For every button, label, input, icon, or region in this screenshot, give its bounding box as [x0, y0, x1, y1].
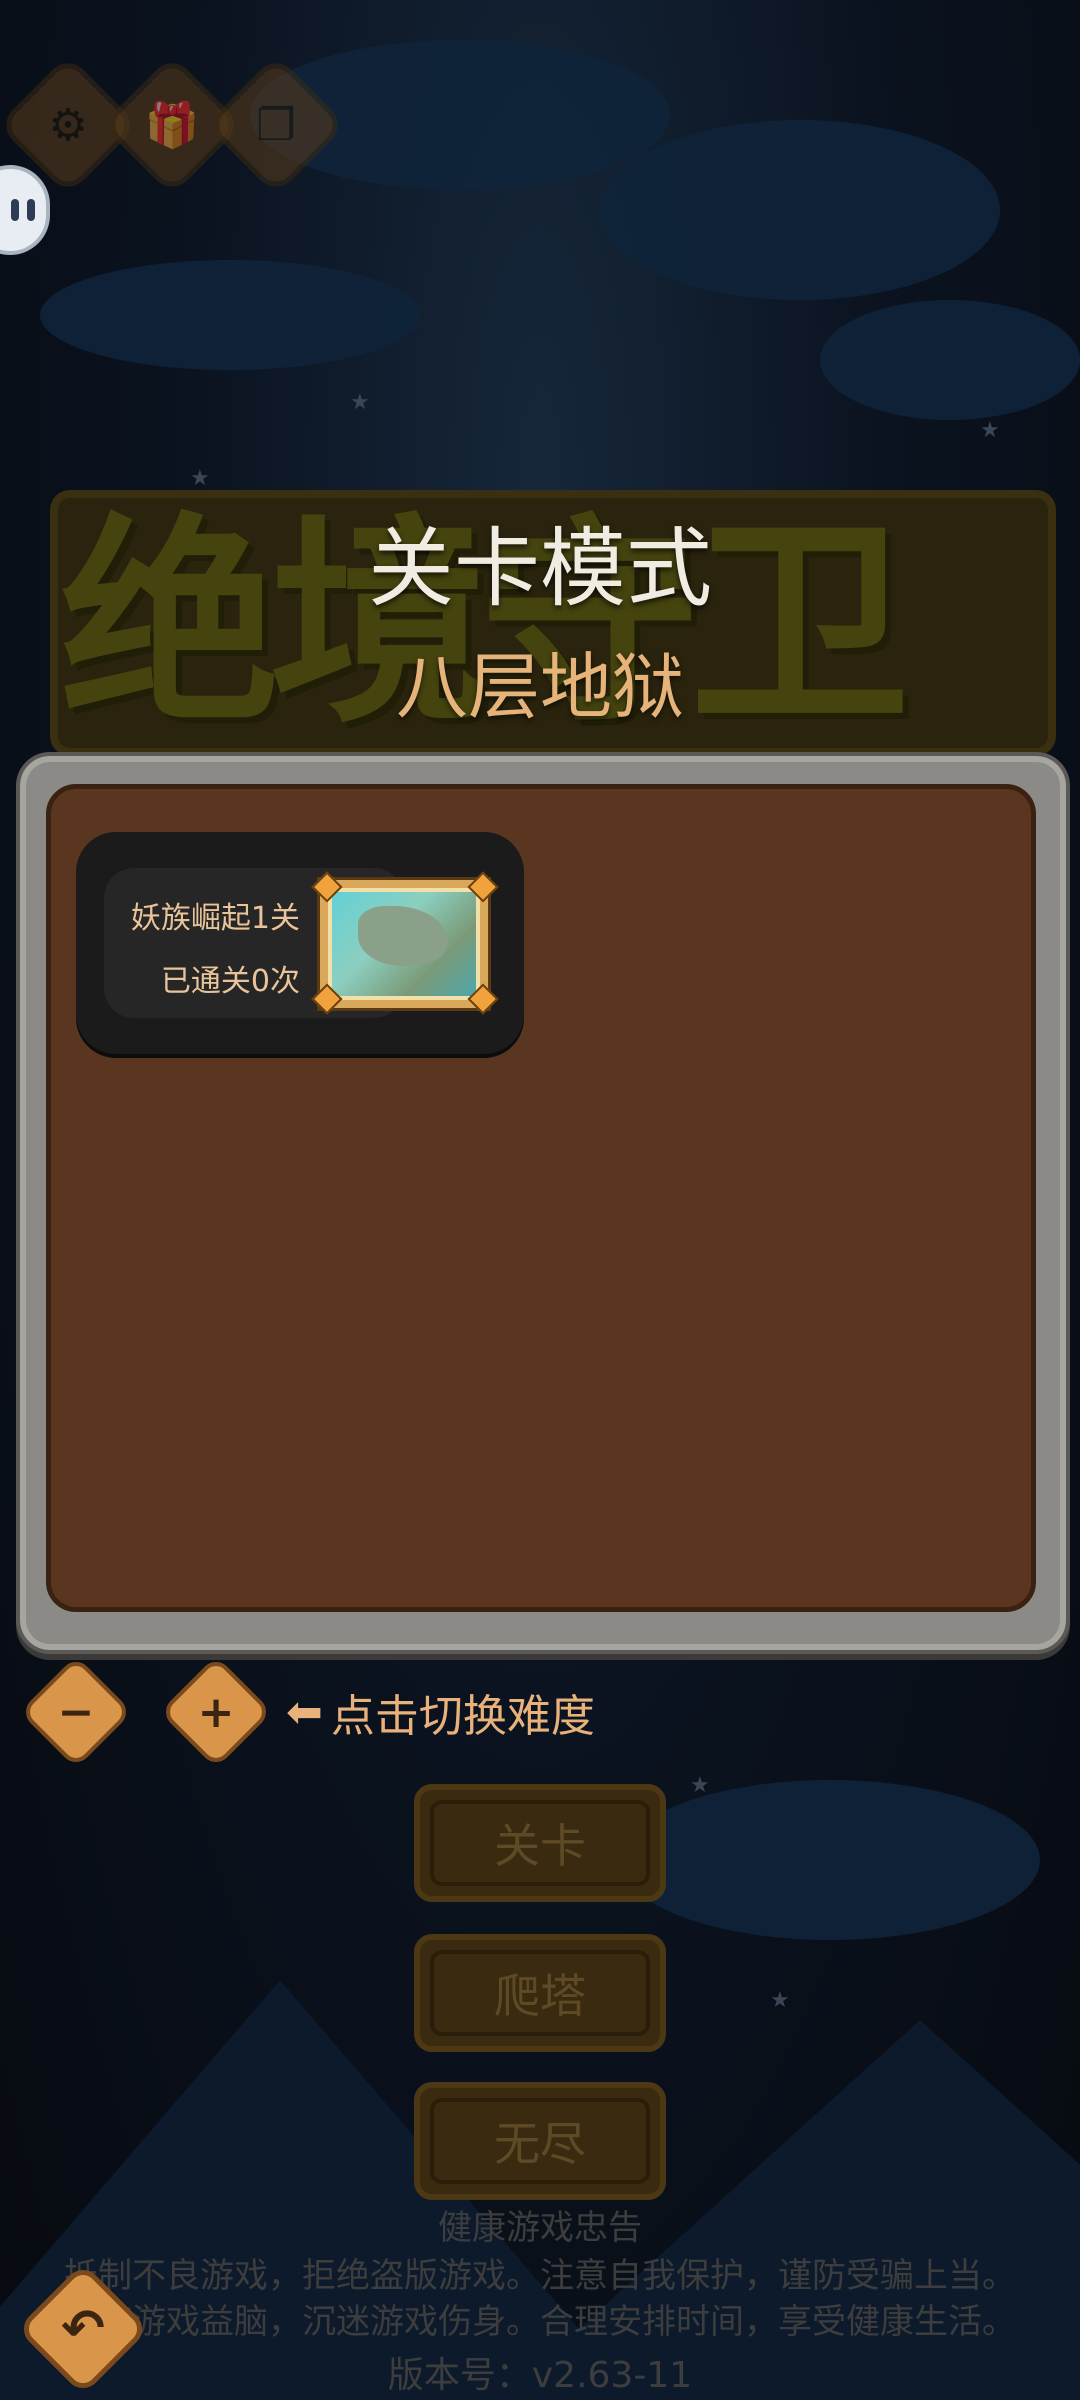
bg-cloud [820, 300, 1080, 420]
difficulty-hint: ⬅ 点击切换难度 [286, 1680, 595, 1744]
gift-icon: 🎁 [144, 100, 200, 151]
bg-star: ★ [980, 418, 1000, 443]
map-land [358, 906, 448, 966]
endless-mode-button[interactable]: 无尽 [414, 2082, 666, 2200]
stage-mode-label: 关卡 [494, 1819, 586, 1873]
assistant-face-icon [11, 199, 35, 221]
level-name: 妖族崛起1关 [130, 901, 300, 936]
gear-icon: ⚙ [48, 99, 88, 151]
health-advice-line-2: 适度游戏益脑，沉迷游戏伤身。合理安排时间，享受健康生活。 [64, 2302, 1016, 2342]
undo-arrow-icon: ↶ [61, 2299, 105, 2359]
health-advice-line-1: 抵制不良游戏，拒绝盗版游戏。注意自我保护，谨防受骗上当。 [64, 2256, 1016, 2296]
tower-mode-label: 爬塔 [494, 1969, 586, 2023]
plus-icon: + [197, 1686, 235, 1738]
difficulty-hint-text: 点击切换难度 [330, 1691, 595, 1742]
copy-icon: ❐ [256, 99, 296, 151]
floating-assistant-button[interactable] [0, 165, 50, 255]
mode-title: 关卡模式 [368, 519, 712, 619]
bg-cloud [620, 1780, 1040, 1940]
stage-mode-button[interactable]: 关卡 [414, 1784, 666, 1902]
difficulty-title: 八层地狱 [395, 645, 684, 729]
bg-cloud [600, 120, 1000, 300]
minus-icon: − [57, 1686, 95, 1738]
bg-star: ★ [690, 1773, 710, 1798]
level-clear-count: 已通关0次 [160, 964, 300, 999]
arrow-left-icon: ⬅ [286, 1686, 323, 1738]
game-screen: ★ ★ ★ ★ ★ ⚙ 🎁 ❐ 绝境守卫 关卡模式 八层地狱 妖族崛起1关 已通… [0, 0, 1080, 2400]
bg-star: ★ [350, 390, 370, 415]
bg-cloud [40, 260, 420, 370]
endless-mode-label: 无尽 [494, 2117, 586, 2171]
level-thumbnail[interactable] [320, 880, 488, 1008]
health-advice-title: 健康游戏忠告 [438, 2208, 642, 2248]
difficulty-decrease-button[interactable]: − [19, 1655, 133, 1769]
tower-mode-button[interactable]: 爬塔 [414, 1934, 666, 2052]
bg-star: ★ [770, 1988, 790, 2013]
difficulty-increase-button[interactable]: + [159, 1655, 273, 1769]
version-label: 版本号：v2.63-11 [387, 2355, 693, 2396]
